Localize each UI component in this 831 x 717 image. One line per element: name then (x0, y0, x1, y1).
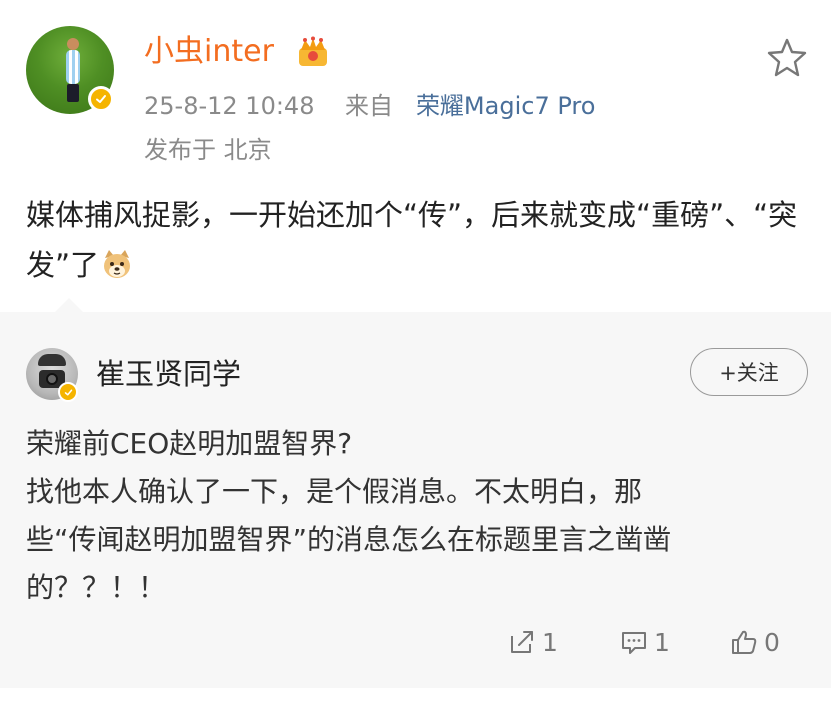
follow-button[interactable]: +关注 (690, 348, 808, 396)
repost-line: 找他本人确认了一下，是个假消息。不太明白，那 (26, 475, 643, 508)
thumbs-up-icon (732, 630, 757, 654)
doge-icon (104, 250, 131, 278)
like-action-button[interactable]: 0 (730, 622, 780, 662)
repost-pointer (54, 298, 84, 313)
repost-username[interactable]: 崔玉贤同学 (96, 352, 241, 396)
username[interactable]: 小虫inter (144, 30, 274, 74)
post-location: 发布于 北京 (144, 136, 272, 164)
device-link[interactable]: 荣耀Magic7 Pro (416, 92, 595, 120)
source-prefix: 来自 (345, 92, 394, 120)
repost-line: 的？？！！ (26, 571, 167, 604)
repost-line: 些“传闻赵明加盟智界”的消息怎么在标题里言之凿凿 (26, 523, 672, 556)
repost-content: 荣耀前CEO赵明加盟智界? 找他本人确认了一下，是个假消息。不太明白，那 些“传… (26, 420, 806, 612)
comment-action-button[interactable]: 1 (620, 622, 670, 662)
comment-count: 1 (654, 627, 670, 657)
like-count: 0 (764, 627, 780, 657)
verified-badge-icon (58, 382, 78, 402)
share-icon (511, 631, 533, 653)
post-text: 媒体捕风捉影，一开始还加个“传”，后来就变成“重磅”、“突发”了 (26, 198, 798, 282)
post-time: 25-8-12 10:48 (144, 92, 315, 120)
repost-action-button[interactable]: 1 (508, 622, 558, 662)
post-meta: 25-8-12 10:48 来自 荣耀Magic7 Pro (144, 88, 595, 124)
reposted-weibo[interactable]: 崔玉贤同学 +关注 荣耀前CEO赵明加盟智界? 找他本人确认了一下，是个假消息。… (0, 298, 831, 688)
star-icon[interactable] (766, 36, 808, 78)
post-content: 媒体捕风捉影，一开始还加个“传”，后来就变成“重磅”、“突发”了 (26, 190, 806, 290)
crown-icon[interactable] (296, 36, 330, 68)
comment-icon (622, 632, 646, 654)
repost-line: 荣耀前CEO赵明加盟智界? (26, 427, 353, 460)
verified-badge-icon (88, 86, 114, 112)
weibo-post: 小虫inter 25-8-12 10:48 来自 荣耀Magic7 Pro 发布… (0, 0, 831, 312)
repost-count: 1 (542, 627, 558, 657)
